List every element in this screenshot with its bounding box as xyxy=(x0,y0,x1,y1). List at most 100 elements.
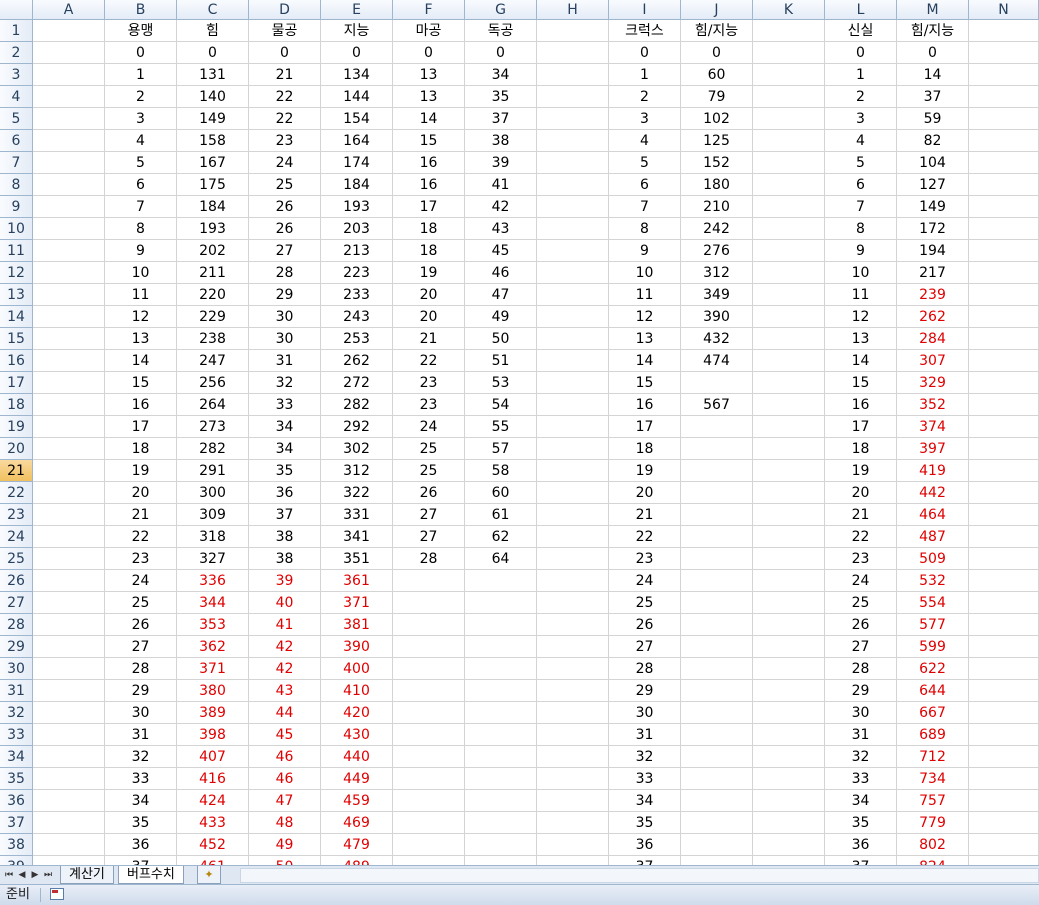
cell-a4[interactable] xyxy=(33,86,105,108)
cell-h25[interactable] xyxy=(537,548,609,570)
cell-e10[interactable]: 203 xyxy=(321,218,393,240)
cell-k29[interactable] xyxy=(753,636,825,658)
column-header-n[interactable]: N xyxy=(969,0,1039,20)
cell-d22[interactable]: 36 xyxy=(249,482,321,504)
cell-i23[interactable]: 21 xyxy=(609,504,681,526)
cell-d1[interactable]: 물공 xyxy=(249,20,321,42)
cell-a34[interactable] xyxy=(33,746,105,768)
row-header-18[interactable]: 18 xyxy=(0,394,33,416)
cell-l18[interactable]: 16 xyxy=(825,394,897,416)
cell-k18[interactable] xyxy=(753,394,825,416)
cell-j22[interactable] xyxy=(681,482,753,504)
cell-c20[interactable]: 282 xyxy=(177,438,249,460)
cell-h19[interactable] xyxy=(537,416,609,438)
cell-m17[interactable]: 329 xyxy=(897,372,969,394)
cell-e11[interactable]: 213 xyxy=(321,240,393,262)
cell-h4[interactable] xyxy=(537,86,609,108)
cell-k4[interactable] xyxy=(753,86,825,108)
cell-e13[interactable]: 233 xyxy=(321,284,393,306)
cell-h17[interactable] xyxy=(537,372,609,394)
cell-l27[interactable]: 25 xyxy=(825,592,897,614)
column-header-e[interactable]: E xyxy=(321,0,393,20)
cell-j23[interactable] xyxy=(681,504,753,526)
cell-c13[interactable]: 220 xyxy=(177,284,249,306)
row-header-31[interactable]: 31 xyxy=(0,680,33,702)
cell-i6[interactable]: 4 xyxy=(609,130,681,152)
sheet-tab-calculator[interactable]: 계산기 xyxy=(60,866,114,884)
row-header-3[interactable]: 3 xyxy=(0,64,33,86)
cell-a35[interactable] xyxy=(33,768,105,790)
cell-b20[interactable]: 18 xyxy=(105,438,177,460)
cell-e16[interactable]: 262 xyxy=(321,350,393,372)
cell-j28[interactable] xyxy=(681,614,753,636)
cell-k31[interactable] xyxy=(753,680,825,702)
cell-g38[interactable] xyxy=(465,834,537,856)
cell-a14[interactable] xyxy=(33,306,105,328)
cell-k12[interactable] xyxy=(753,262,825,284)
cell-g27[interactable] xyxy=(465,592,537,614)
cell-j9[interactable]: 210 xyxy=(681,196,753,218)
cell-l38[interactable]: 36 xyxy=(825,834,897,856)
row-header-37[interactable]: 37 xyxy=(0,812,33,834)
cell-k11[interactable] xyxy=(753,240,825,262)
cell-f8[interactable]: 16 xyxy=(393,174,465,196)
cell-e34[interactable]: 440 xyxy=(321,746,393,768)
cell-l36[interactable]: 34 xyxy=(825,790,897,812)
cell-a11[interactable] xyxy=(33,240,105,262)
cell-g25[interactable]: 64 xyxy=(465,548,537,570)
cell-a5[interactable] xyxy=(33,108,105,130)
cell-i32[interactable]: 30 xyxy=(609,702,681,724)
cell-j35[interactable] xyxy=(681,768,753,790)
cell-n19[interactable] xyxy=(969,416,1039,438)
cell-b23[interactable]: 21 xyxy=(105,504,177,526)
cell-f9[interactable]: 17 xyxy=(393,196,465,218)
cell-l28[interactable]: 26 xyxy=(825,614,897,636)
cell-f7[interactable]: 16 xyxy=(393,152,465,174)
row-header-29[interactable]: 29 xyxy=(0,636,33,658)
cell-b3[interactable]: 1 xyxy=(105,64,177,86)
next-sheet-icon[interactable]: ▶ xyxy=(29,867,41,883)
cell-c17[interactable]: 256 xyxy=(177,372,249,394)
cell-f5[interactable]: 14 xyxy=(393,108,465,130)
cell-i18[interactable]: 16 xyxy=(609,394,681,416)
cell-k9[interactable] xyxy=(753,196,825,218)
cell-e28[interactable]: 381 xyxy=(321,614,393,636)
cell-d20[interactable]: 34 xyxy=(249,438,321,460)
cell-l1[interactable]: 신실 xyxy=(825,20,897,42)
cell-e5[interactable]: 154 xyxy=(321,108,393,130)
cell-b31[interactable]: 29 xyxy=(105,680,177,702)
cell-n34[interactable] xyxy=(969,746,1039,768)
cell-f24[interactable]: 27 xyxy=(393,526,465,548)
cell-f17[interactable]: 23 xyxy=(393,372,465,394)
cell-e26[interactable]: 361 xyxy=(321,570,393,592)
cell-f21[interactable]: 25 xyxy=(393,460,465,482)
cell-h33[interactable] xyxy=(537,724,609,746)
cell-d23[interactable]: 37 xyxy=(249,504,321,526)
prev-sheet-icon[interactable]: ◀ xyxy=(16,867,28,883)
cell-j25[interactable] xyxy=(681,548,753,570)
cell-l24[interactable]: 22 xyxy=(825,526,897,548)
cell-h3[interactable] xyxy=(537,64,609,86)
cell-j3[interactable]: 60 xyxy=(681,64,753,86)
cell-e35[interactable]: 449 xyxy=(321,768,393,790)
cell-k37[interactable] xyxy=(753,812,825,834)
cell-d33[interactable]: 45 xyxy=(249,724,321,746)
cell-m38[interactable]: 802 xyxy=(897,834,969,856)
row-header-15[interactable]: 15 xyxy=(0,328,33,350)
cell-g7[interactable]: 39 xyxy=(465,152,537,174)
cell-h8[interactable] xyxy=(537,174,609,196)
cell-l31[interactable]: 29 xyxy=(825,680,897,702)
cell-d27[interactable]: 40 xyxy=(249,592,321,614)
cell-c11[interactable]: 202 xyxy=(177,240,249,262)
cell-f6[interactable]: 15 xyxy=(393,130,465,152)
cell-l4[interactable]: 2 xyxy=(825,86,897,108)
cell-f2[interactable]: 0 xyxy=(393,42,465,64)
cell-b13[interactable]: 11 xyxy=(105,284,177,306)
cell-k38[interactable] xyxy=(753,834,825,856)
cell-n32[interactable] xyxy=(969,702,1039,724)
cell-j17[interactable] xyxy=(681,372,753,394)
cell-c4[interactable]: 140 xyxy=(177,86,249,108)
cell-g12[interactable]: 46 xyxy=(465,262,537,284)
cell-c35[interactable]: 416 xyxy=(177,768,249,790)
cell-i34[interactable]: 32 xyxy=(609,746,681,768)
